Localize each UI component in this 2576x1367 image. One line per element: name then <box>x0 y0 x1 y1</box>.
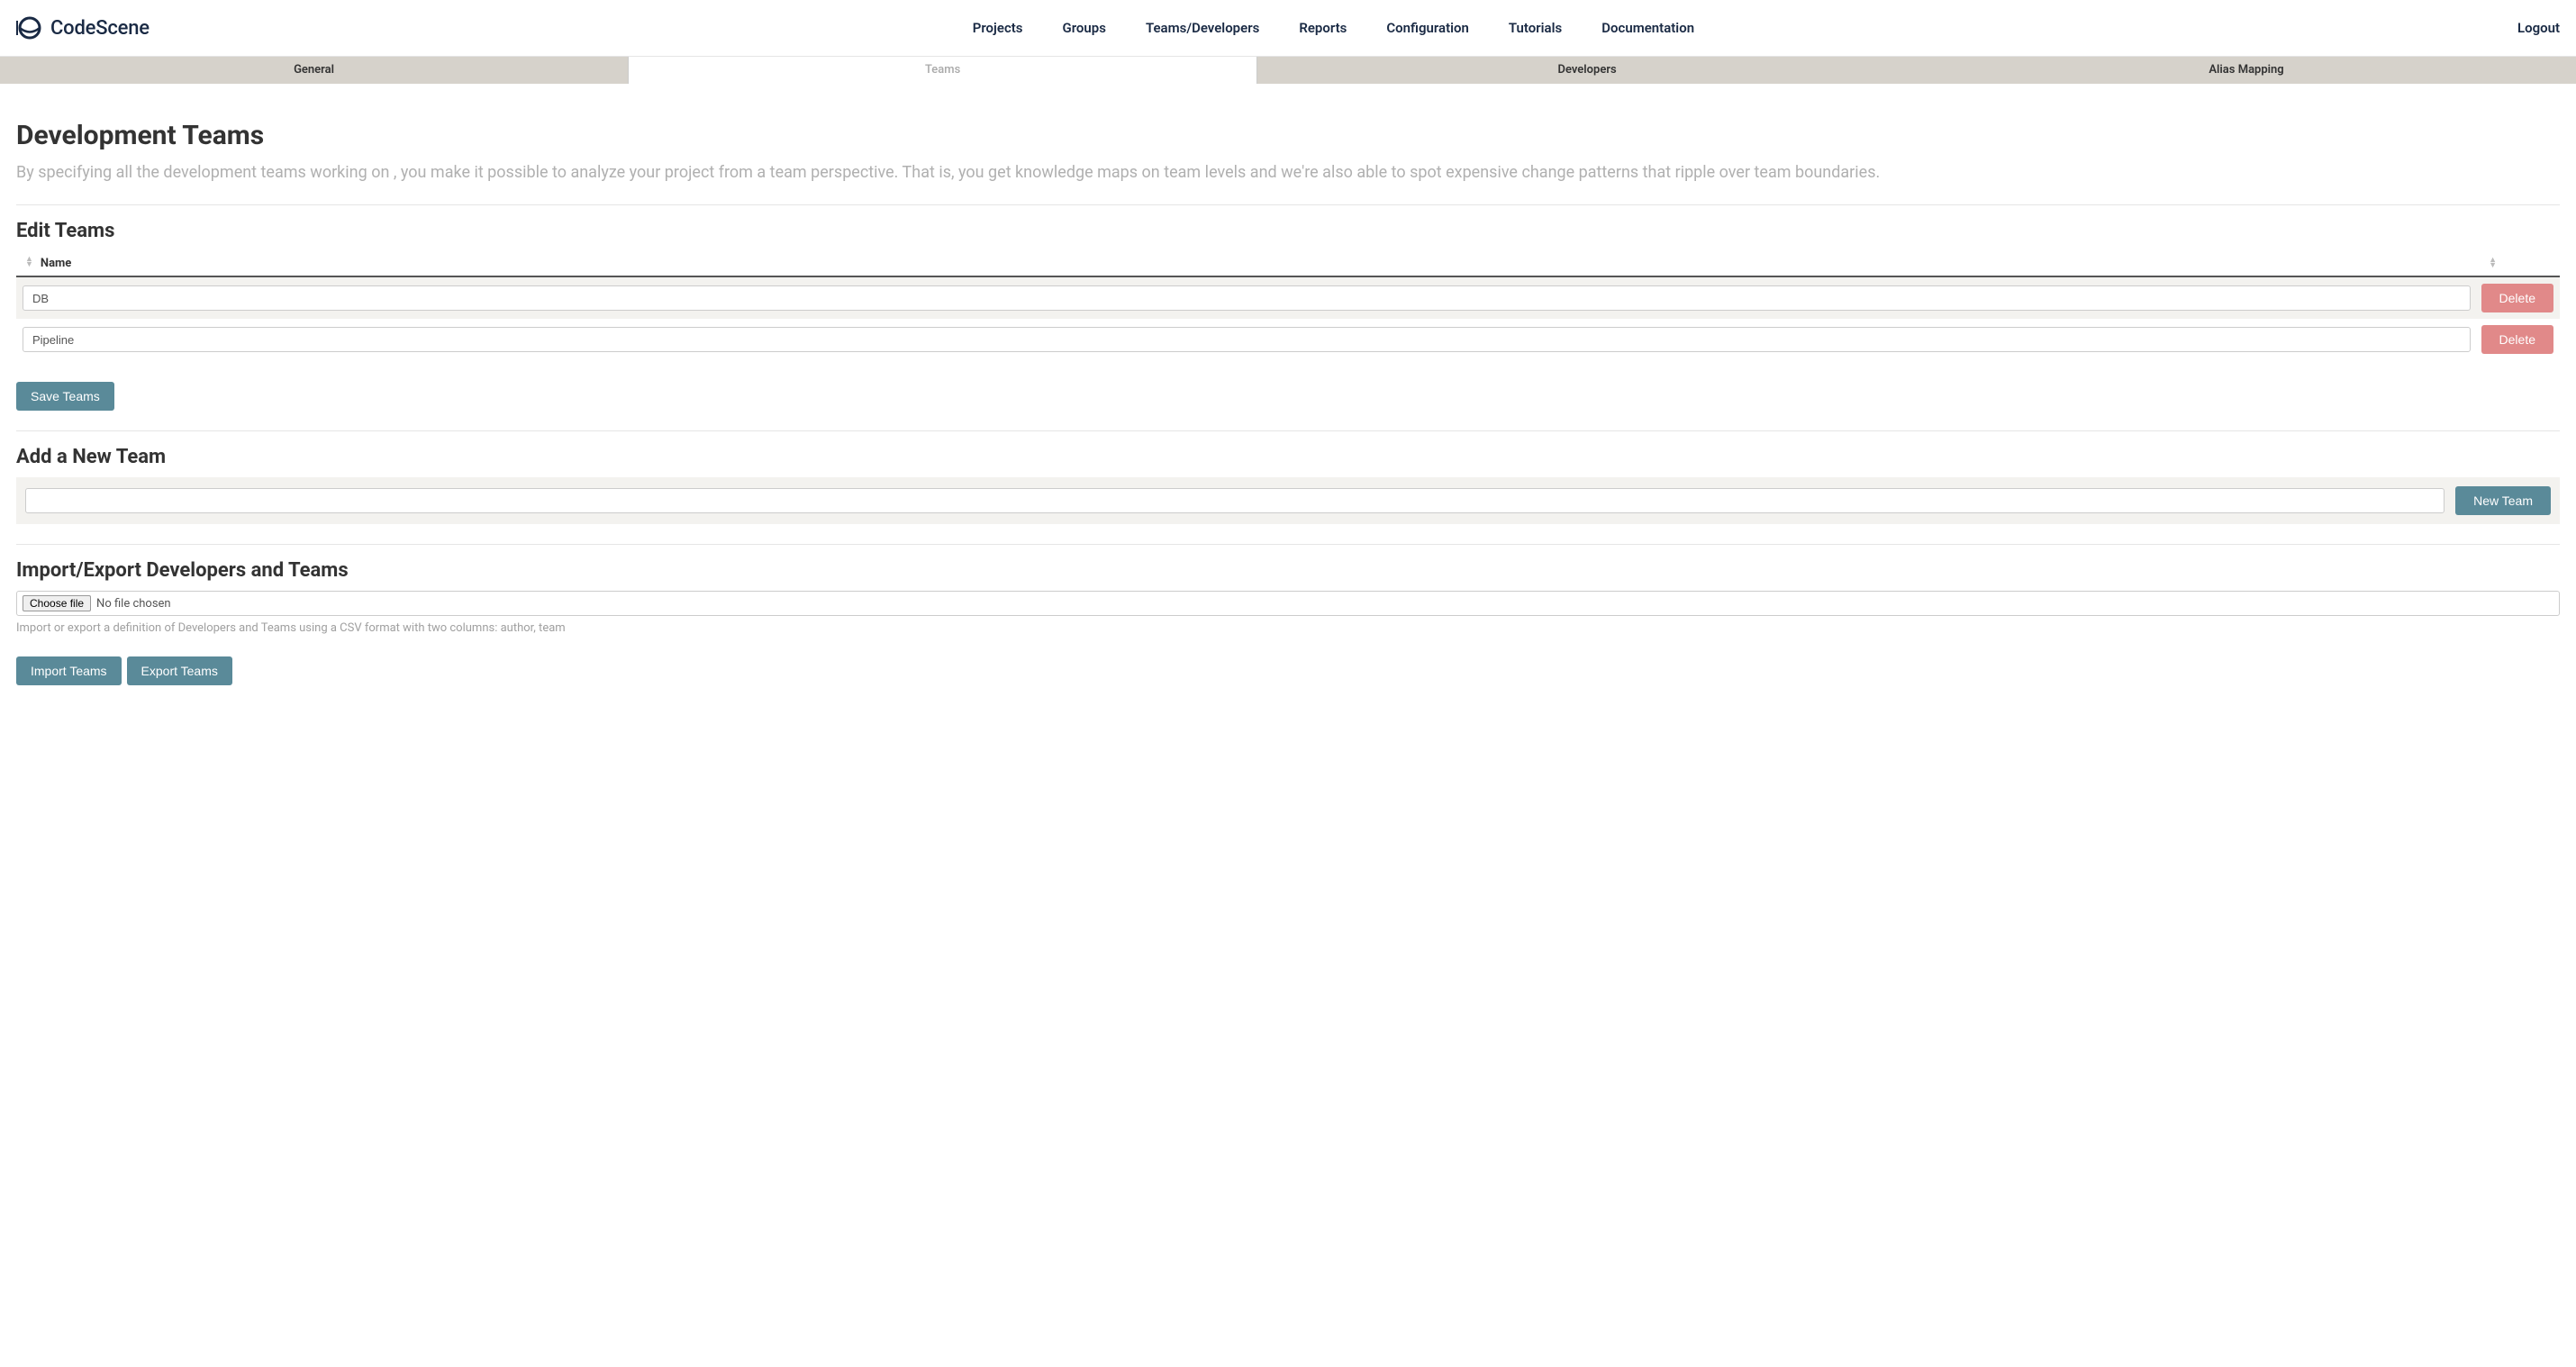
sort-icon[interactable]: ▲▼ <box>2489 258 2497 268</box>
page-title: Development Teams <box>16 120 2560 151</box>
new-team-button[interactable]: New Team <box>2455 486 2551 515</box>
divider <box>16 430 2560 431</box>
col-name-label: Name <box>41 257 71 270</box>
primary-nav: Projects Groups Teams/Developers Reports… <box>150 20 2517 36</box>
delete-team-button[interactable]: Delete <box>2481 284 2553 312</box>
teams-table-header: ▲▼ Name ▲▼ <box>16 251 2560 277</box>
add-team-form: New Team <box>16 477 2560 524</box>
edit-teams-heading: Edit Teams <box>16 220 2560 242</box>
subtab-bar: General Teams Developers Alias Mapping <box>0 57 2576 84</box>
import-teams-button[interactable]: Import Teams <box>16 656 122 685</box>
file-input-row: Choose file No file chosen <box>16 591 2560 616</box>
team-row: Delete <box>16 277 2560 319</box>
nav-configuration[interactable]: Configuration <box>1386 20 1469 36</box>
choose-file-button[interactable]: Choose file <box>23 595 91 611</box>
nav-reports[interactable]: Reports <box>1299 20 1347 36</box>
subtab-general[interactable]: General <box>0 57 628 84</box>
brand-name: CodeScene <box>50 17 150 40</box>
add-team-heading: Add a New Team <box>16 446 2560 468</box>
team-name-input[interactable] <box>23 327 2471 352</box>
import-export-heading: Import/Export Developers and Teams <box>16 559 2560 582</box>
new-team-input[interactable] <box>25 488 2444 513</box>
subtab-alias-mapping[interactable]: Alias Mapping <box>1917 57 2576 84</box>
nav-groups[interactable]: Groups <box>1063 20 1106 36</box>
nav-projects[interactable]: Projects <box>973 20 1023 36</box>
divider <box>16 544 2560 545</box>
brand-logo[interactable]: CodeScene <box>16 14 150 41</box>
nav-teams-developers[interactable]: Teams/Developers <box>1146 20 1259 36</box>
topbar: CodeScene Projects Groups Teams/Develope… <box>0 0 2576 57</box>
nav-logout[interactable]: Logout <box>2517 20 2560 36</box>
divider <box>16 204 2560 205</box>
page-content: Development Teams By specifying all the … <box>0 84 2576 702</box>
subtab-teams[interactable]: Teams <box>628 57 1257 84</box>
team-name-input[interactable] <box>23 285 2471 311</box>
import-export-help: Import or export a definition of Develop… <box>16 621 2560 635</box>
export-teams-button[interactable]: Export Teams <box>127 656 232 685</box>
sort-icon[interactable]: ▲▼ <box>25 258 33 267</box>
delete-team-button[interactable]: Delete <box>2481 325 2553 354</box>
nav-tutorials[interactable]: Tutorials <box>1509 20 1562 36</box>
subtab-developers[interactable]: Developers <box>1257 57 1917 84</box>
page-description: By specifying all the development teams … <box>16 160 2560 185</box>
codescene-logo-icon <box>16 14 43 41</box>
no-file-label: No file chosen <box>96 597 171 611</box>
team-row: Delete <box>16 319 2560 360</box>
nav-documentation[interactable]: Documentation <box>1601 20 1694 36</box>
save-teams-button[interactable]: Save Teams <box>16 382 114 411</box>
